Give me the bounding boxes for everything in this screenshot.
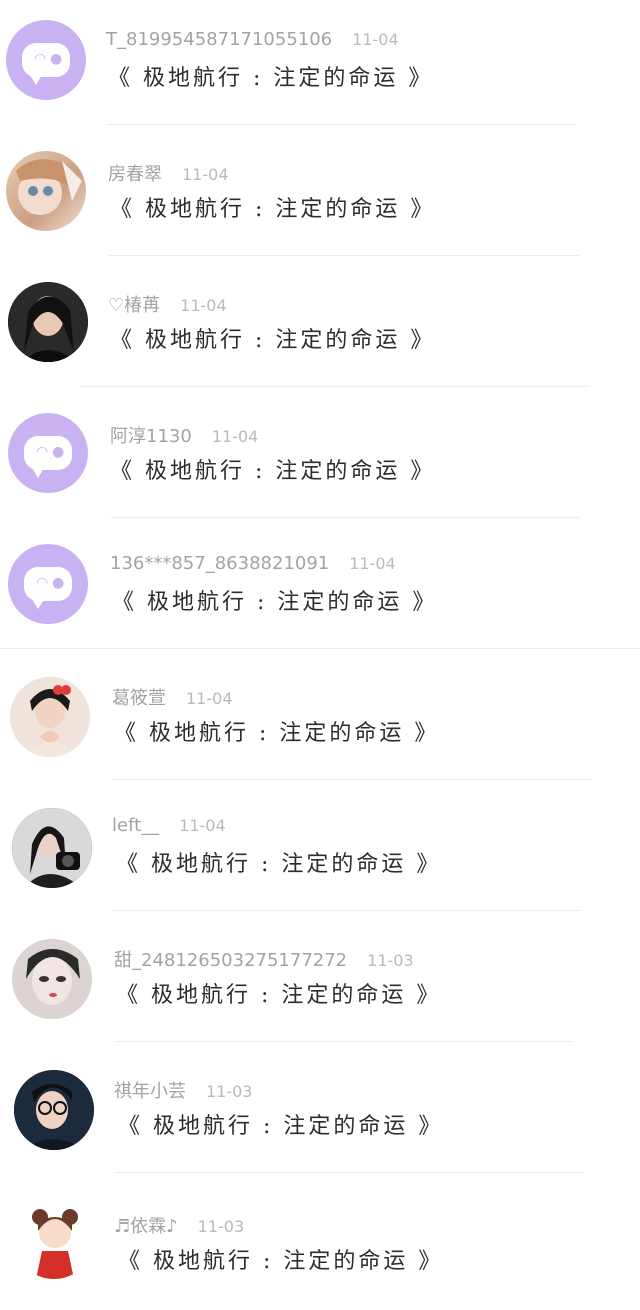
username[interactable]: left__ [112,815,159,836]
comment-item[interactable]: 葛筱萱 11-04 《 极地航行 : 注定的命运 》 [0,655,640,786]
avatar-image-icon [10,677,90,757]
avatar-image-icon [12,808,92,888]
comment-date: 11-04 [180,296,227,315]
comment-text: 《 极地航行 : 注定的命运 》 [110,459,436,484]
chat-bubble-icon: ◠ ● [22,43,70,85]
comment-text: 《 极地航行 : 注定的命运 》 [114,721,440,746]
username[interactable]: 祺年小芸 [114,1081,186,1102]
comment-date: 11-04 [211,427,259,446]
anime-girl-avatar[interactable] [6,151,86,231]
default-avatar[interactable]: ◠ ● [6,20,86,100]
comment-text: 《 极地航行 : 注定的命运 》 [116,983,442,1008]
comment-text: 《 极地航行 : 注定的命运 》 [110,328,436,353]
default-avatar[interactable]: ◠ ● [8,544,88,624]
avatar-image-icon [16,159,82,215]
username[interactable]: ♡椿苒 [108,295,160,316]
avatar-image-icon [14,1070,94,1150]
avatar-image-icon [12,939,92,1019]
comment-date: 11-03 [206,1082,253,1101]
comment-text: 《 极地航行 : 注定的命运 》 [116,852,442,877]
comment-item[interactable]: ◠ ● 阿淳1130 11-04 《 极地航行 : 注定的命运 》 [0,393,640,524]
comment-date: 11-04 [349,554,396,573]
comment-text: 《 极地航行 : 注定的命运 》 [118,1249,444,1274]
divider [114,1172,584,1173]
comment-date: 11-04 [179,816,226,835]
username[interactable]: 136***857_8638821091 [110,553,329,574]
comment-item[interactable]: ♡椿苒 11-04 《 极地航行 : 注定的命运 》 [0,262,640,393]
comment-item[interactable]: left__ 11-04 《 极地航行 : 注定的命运 》 [0,786,640,917]
comment-date: 11-04 [186,689,233,708]
default-avatar[interactable]: ◠ ● [8,413,88,493]
divider [0,648,640,649]
comment-item[interactable]: 甜_248126503275177272 11-03 《 极地航行 : 注定的命运… [0,917,640,1048]
girl-camera-avatar[interactable] [12,808,92,888]
comment-meta: left__ 11-04 [112,815,226,836]
divider [112,910,582,911]
cartoon-doll-avatar[interactable] [14,1199,94,1279]
comment-item[interactable]: ◠ ● T_8199545871710551​06 11-04 《 极地航行 : 注… [0,0,640,131]
comment-meta: 葛筱萱 11-04 [112,684,233,710]
woman-photo-avatar[interactable] [8,282,88,362]
divider [114,1041,574,1042]
comment-item[interactable]: 房春翠 11-04 《 极地航行 : 注定的命运 》 [0,131,640,262]
chat-bubble-icon: ◠ ● [24,567,72,609]
divider [108,255,580,256]
username[interactable]: 阿淳1130 [110,426,192,447]
username[interactable]: T_8199545871710551​06 [106,29,332,50]
comment-text: 《 极地航行 : 注定的命运 》 [112,590,438,615]
comment-date: 11-04 [182,165,229,184]
username[interactable]: 甜_248126503275177272 [114,950,347,971]
chat-bubble-icon: ◠ ● [24,436,72,478]
boy-glasses-avatar[interactable] [14,1070,94,1150]
comment-text: 《 极地航行 : 注定的命运 》 [108,66,434,91]
girl-bow-avatar[interactable] [10,677,90,757]
comment-text: 《 极地航行 : 注定的命运 》 [110,197,436,222]
divider [110,517,580,518]
username[interactable]: 房春翠 [108,164,162,185]
avatar-image-icon [8,282,88,362]
comment-date: 11-04 [352,30,399,49]
comment-item[interactable]: ♬依霖♪ 11-03 《 极地航行 : 注定的命运 》 [0,1179,640,1310]
comment-meta: ♡椿苒 11-04 [108,291,227,317]
comment-meta: 房春翠 11-04 [108,160,229,186]
comment-text: 《 极地航行 : 注定的命运 》 [118,1114,444,1139]
comment-meta: T_8199545871710551​06 11-04 [106,29,399,50]
username[interactable]: ♬依霖♪ [114,1216,178,1237]
painted-face-avatar[interactable] [12,939,92,1019]
comment-meta: 甜_248126503275177272 11-03 [114,946,414,972]
comment-meta: 136***857_8638821091 11-04 [110,553,396,574]
divider [106,124,576,125]
comment-meta: 祺年小芸 11-03 [114,1077,253,1103]
comment-item[interactable]: ◠ ● 136***857_8638821091 11-04 《 极地航行 : 注定… [0,524,640,655]
comment-date: 11-03 [367,951,414,970]
username[interactable]: 葛筱萱 [112,688,166,709]
avatar-image-icon [14,1199,94,1279]
comment-date: 11-03 [197,1217,245,1236]
comment-list: ◠ ● T_8199545871710551​06 11-04 《 极地航行 : 注… [0,0,640,1281]
divider [112,779,592,780]
comment-meta: ♬依霖♪ 11-03 [114,1212,244,1238]
comment-item[interactable]: 祺年小芸 11-03 《 极地航行 : 注定的命运 》 [0,1048,640,1179]
divider [80,386,590,387]
comment-meta: 阿淳1130 11-04 [110,422,258,448]
